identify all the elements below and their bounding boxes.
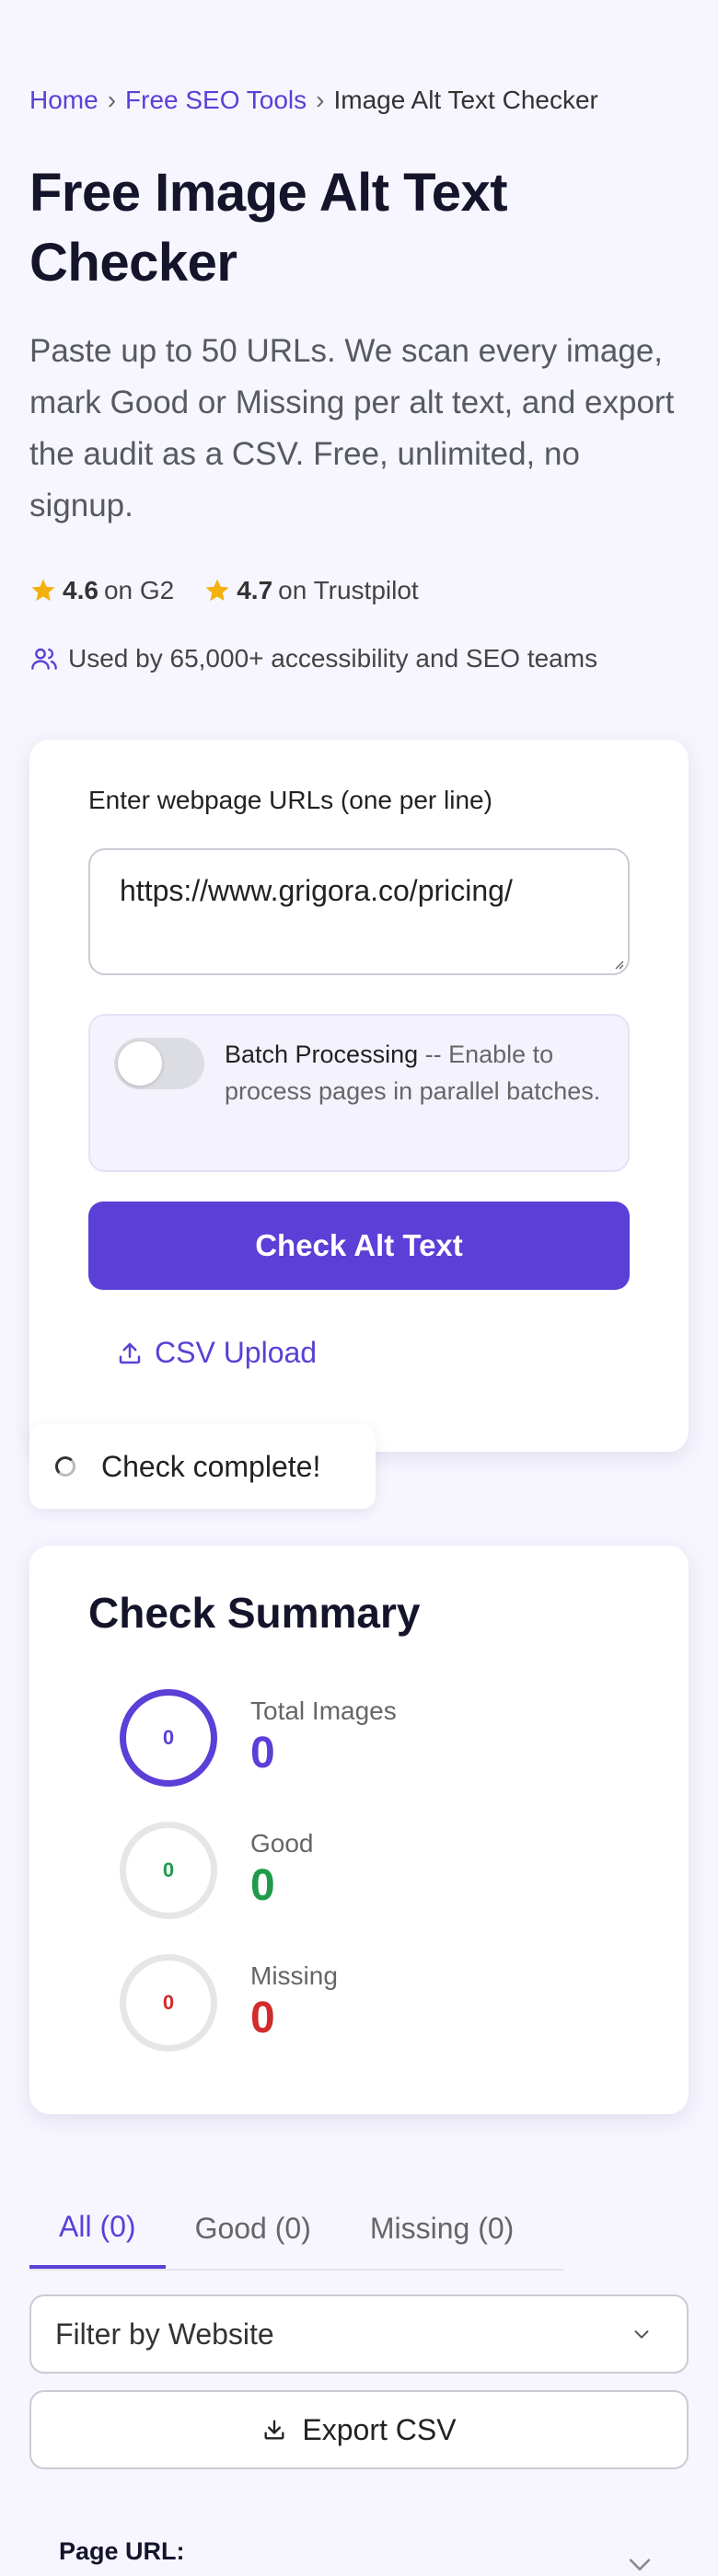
rating-g2: 4.6 on G2: [29, 576, 174, 605]
url-textarea-value: https://www.grigora.co/pricing/: [120, 874, 513, 907]
batch-processing-title: Batch Processing: [225, 1041, 419, 1068]
stat-label: Total Images: [250, 1696, 397, 1725]
filter-selected-value: Filter by Website: [55, 2317, 274, 2351]
breadcrumb-current: Image Alt Text Checker: [333, 86, 598, 114]
url-check-form: Enter webpage URLs (one per line) https:…: [29, 740, 689, 1452]
breadcrumb: Home › Free SEO Tools › Image Alt Text C…: [29, 86, 598, 115]
breadcrumb-separator: ›: [107, 86, 117, 114]
batch-processing-text: Batch Processing -- Enable to process pa…: [225, 1036, 611, 1110]
chevron-down-icon: [634, 2330, 649, 2339]
url-input-label: Enter webpage URLs (one per line): [88, 786, 492, 814]
results-tabs: All (0) Good (0) Missing (0): [29, 2188, 563, 2271]
rating-source: on Trustpilot: [278, 576, 419, 604]
stat-ring: 0: [120, 1689, 217, 1787]
tab-missing[interactable]: Missing (0): [341, 2188, 543, 2269]
batch-processing-toggle[interactable]: [114, 1038, 204, 1089]
url-textarea[interactable]: https://www.grigora.co/pricing/: [88, 848, 630, 975]
page-description: Paste up to 50 URLs. We scan every image…: [29, 333, 675, 523]
spinner-icon: [55, 1456, 75, 1477]
export-csv-button[interactable]: Export CSV: [29, 2390, 689, 2469]
used-by: Used by 65,000+ accessibility and SEO te…: [29, 644, 597, 673]
stat-ring: 0: [120, 1822, 217, 1919]
tab-good[interactable]: Good (0): [166, 2188, 341, 2269]
breadcrumb-tools-link[interactable]: Free SEO Tools: [125, 86, 307, 115]
stat-good: 0 Good 0: [88, 1822, 604, 1925]
used-by-text: Used by 65,000+ accessibility and SEO te…: [68, 644, 598, 673]
stat-total-images: 0 Total Images 0: [88, 1689, 604, 1792]
check-summary-card: Check Summary 0 Total Images 0 0 Good 0 …: [29, 1546, 689, 2114]
toast-message: Check complete!: [101, 1449, 321, 1483]
stat-label: Missing: [250, 1961, 338, 1990]
csv-upload-label: CSV Upload: [155, 1336, 318, 1369]
stat-missing: 0 Missing 0: [88, 1954, 604, 2057]
stat-value: 0: [250, 1861, 275, 1910]
breadcrumb-separator: ›: [316, 86, 325, 114]
download-icon: [264, 2420, 284, 2440]
csv-upload-button[interactable]: CSV Upload: [116, 1336, 317, 1370]
resize-handle-icon[interactable]: [611, 957, 624, 970]
ratings: 4.6 on G2 4.7 on Trustpilot: [29, 576, 448, 605]
star-icon: [205, 579, 229, 602]
page-title: Free Image Alt Text Checker: [29, 163, 508, 293]
stat-label: Good: [250, 1829, 314, 1857]
result-page-url-label: Page URL:: [59, 2537, 185, 2565]
stat-ring: 0: [120, 1954, 217, 2052]
export-csv-label: Export CSV: [302, 2412, 457, 2446]
upload-icon: [119, 1342, 141, 1363]
toggle-knob: [118, 1041, 162, 1086]
batch-processing-box: Batch Processing -- Enable to process pa…: [88, 1014, 630, 1172]
tab-all[interactable]: All (0): [29, 2188, 166, 2269]
breadcrumb-home-link[interactable]: Home: [29, 86, 98, 115]
star-icon: [31, 579, 55, 602]
filter-by-website-select[interactable]: Filter by Website: [29, 2294, 689, 2374]
stat-value: 0: [250, 1729, 275, 1777]
check-alt-text-button[interactable]: Check Alt Text: [88, 1202, 630, 1290]
users-icon: [31, 648, 57, 670]
summary-title: Check Summary: [88, 1589, 421, 1637]
expand-chevron-icon[interactable]: [624, 2548, 655, 2576]
rating-score: 4.7: [237, 576, 273, 604]
rating-trustpilot: 4.7 on Trustpilot: [203, 576, 419, 605]
status-toast: Check complete!: [29, 1424, 376, 1509]
stat-value: 0: [250, 1994, 275, 2042]
rating-score: 4.6: [63, 576, 98, 604]
rating-source: on G2: [103, 576, 175, 604]
